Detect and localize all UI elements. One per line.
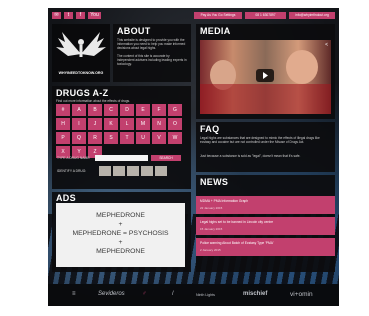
sponsor-logo[interactable]: Sevideros — [98, 291, 125, 297]
video-shirts — [200, 84, 331, 114]
letter-button[interactable]: U — [136, 132, 150, 144]
drug-thumbnail-2[interactable] — [113, 166, 125, 176]
ad-line-2: + — [118, 221, 123, 228]
faq-panel: FAQ Legal highs are substances that are … — [196, 122, 335, 172]
drug-thumbnail-1[interactable] — [99, 166, 111, 176]
wings-logo-icon — [56, 32, 106, 57]
letter-button[interactable]: S — [104, 132, 118, 144]
letter-button[interactable]: K — [104, 118, 118, 130]
logo-panel[interactable]: WHYINEEDTOKNOW.ORG — [52, 24, 110, 82]
page: ✉ t f You Pay As You Go Settings 08 1 63… — [48, 8, 339, 306]
drugs-title: DRUGS A-Z — [56, 88, 109, 98]
logo-text: WHYINEEDTOKNOW.ORG — [58, 71, 104, 75]
play-icon — [263, 72, 268, 79]
drug-thumbnail-5[interactable] — [155, 166, 167, 176]
footer-sponsors: ≡ Sevideros ♂ / Ninth Lights mischief vi… — [48, 284, 339, 306]
about-paragraph-1: This website is designed to provide you … — [117, 38, 186, 50]
letter-button[interactable]: L — [120, 118, 134, 130]
letter-button[interactable]: W — [168, 132, 182, 144]
letter-button[interactable]: N — [152, 118, 166, 130]
letter-button[interactable]: T — [120, 132, 134, 144]
media-title: MEDIA — [200, 26, 231, 36]
letter-button[interactable]: I — [72, 118, 86, 130]
video-player[interactable]: < — [200, 40, 331, 114]
facebook-icon[interactable]: f — [76, 12, 85, 19]
letter-button[interactable]: # — [56, 104, 70, 116]
letter-button[interactable]: F — [152, 104, 166, 116]
letter-button[interactable]: B — [88, 104, 102, 116]
ad-line-5: MEPHEDRONE — [96, 248, 145, 255]
letter-button[interactable]: J — [88, 118, 102, 130]
person-face-right — [286, 50, 318, 84]
share-icon[interactable]: < — [325, 42, 328, 48]
ad-banner[interactable]: MEPHEDRONE + MEPHEDRONE = PSYCHOSIS + ME… — [56, 203, 185, 267]
email-icon[interactable]: ✉ — [52, 12, 61, 19]
news-item-date: 22 January 2015 — [200, 206, 223, 210]
media-panel: MEDIA < — [196, 24, 335, 119]
ad-line-4: + — [118, 239, 123, 246]
sponsor-logo[interactable]: mischief — [243, 291, 267, 297]
letter-button[interactable]: E — [136, 104, 150, 116]
letter-button[interactable]: P — [56, 132, 70, 144]
news-item[interactable]: MDMA + PMA Information Graph 22 January … — [196, 196, 335, 214]
settings-button[interactable]: Pay As You Go Settings — [194, 12, 242, 19]
phone-button[interactable]: 08 1 6307897 — [245, 12, 286, 19]
sponsor-logo[interactable]: Ninth Lights — [196, 293, 215, 297]
about-paragraph-2: The content of this site is accurate by … — [117, 54, 187, 66]
sponsor-logo[interactable]: / — [172, 291, 174, 297]
social-bar: ✉ t f You — [52, 12, 101, 19]
letter-button[interactable]: R — [88, 132, 102, 144]
about-title: ABOUT — [117, 26, 151, 36]
faq-title: FAQ — [200, 124, 220, 134]
identify-label: IDENTIFY A DRUG: — [57, 169, 87, 173]
letter-button[interactable]: Q — [72, 132, 86, 144]
news-item[interactable]: Police warning About Batch of Ecstasy Ty… — [196, 238, 335, 256]
ads-title: ADS — [56, 193, 76, 203]
news-item-title: Legal highs set to be banned in Lincoln … — [200, 220, 274, 224]
letter-button[interactable]: A — [72, 104, 86, 116]
letter-grid: # A B C D E F G H I J K L M N O P Q R S T U V W X Y Z — [56, 104, 182, 158]
search-label: TYPE A DRUG NAME: — [57, 156, 91, 160]
about-panel: ABOUT This website is designed to provid… — [113, 24, 191, 82]
letter-button[interactable]: C — [104, 104, 118, 116]
news-item-date: 15 January 2015 — [200, 227, 223, 231]
sponsor-logo[interactable]: ≡ — [72, 291, 76, 297]
ad-line-1: MEPHEDRONE — [96, 212, 145, 219]
search-button[interactable]: SEARCH — [151, 155, 181, 161]
drug-thumbnail-3[interactable] — [127, 166, 139, 176]
news-item[interactable]: Legal highs set to be banned in Lincoln … — [196, 217, 335, 235]
letter-button[interactable]: D — [120, 104, 134, 116]
faq-paragraph-2: Just because a substance is sold as "leg… — [200, 154, 301, 158]
news-panel: NEWS MDMA + PMA Information Graph 22 Jan… — [196, 175, 335, 272]
sponsor-logo[interactable]: vi+omin — [290, 291, 313, 298]
youtube-icon[interactable]: You — [88, 12, 101, 19]
sponsor-logo[interactable]: ♂ — [142, 291, 147, 297]
drug-thumbnail-4[interactable] — [141, 166, 153, 176]
news-item-title: MDMA + PMA Information Graph — [200, 199, 249, 203]
letter-button[interactable]: O — [168, 118, 182, 130]
drug-search-input[interactable] — [95, 155, 148, 161]
twitter-icon[interactable]: t — [64, 12, 73, 19]
letter-button[interactable]: V — [152, 132, 166, 144]
news-item-date: 2 January 2015 — [200, 248, 221, 252]
letter-button[interactable]: M — [136, 118, 150, 130]
email-link-button[interactable]: info@whyimfindout.org — [289, 12, 335, 19]
play-button[interactable] — [256, 69, 274, 82]
letter-button[interactable]: G — [168, 104, 182, 116]
ad-line-3: MEPHEDRONE = PSYCHOSIS — [72, 230, 169, 237]
news-title: NEWS — [200, 177, 229, 187]
news-item-title: Police warning About Batch of Ecstasy Ty… — [200, 241, 274, 245]
drugs-subtitle: Find out more information about the effe… — [56, 99, 131, 103]
letter-button[interactable]: H — [56, 118, 70, 130]
faq-paragraph-1: Legal highs are substances that are desi… — [200, 136, 320, 144]
